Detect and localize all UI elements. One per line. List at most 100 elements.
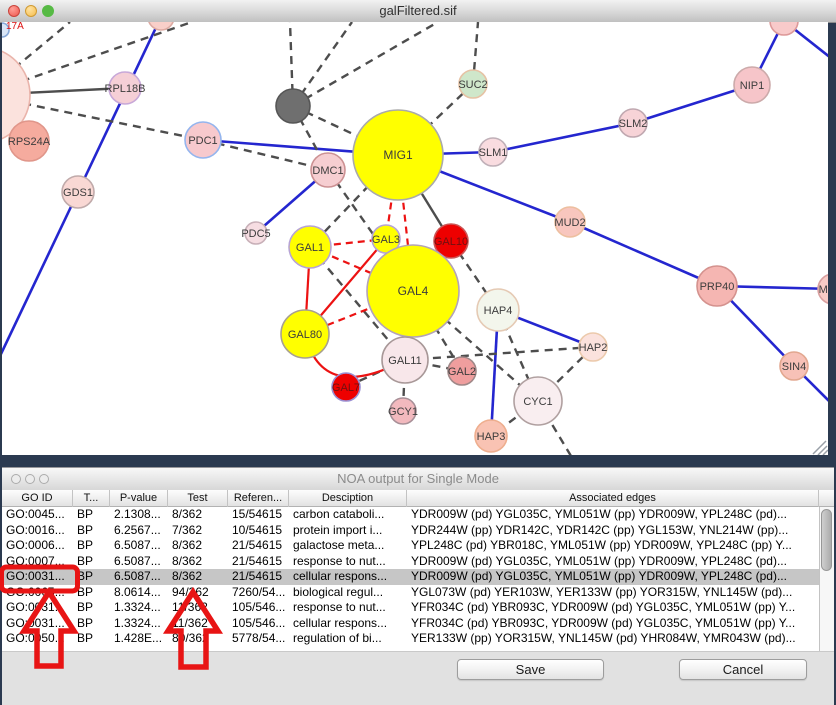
table-cell: response to nut... [289, 554, 407, 570]
table-cell: 1.3324... [110, 600, 168, 616]
table-cell: 1.428E... [110, 631, 168, 647]
node-label: GAL7 [332, 382, 360, 394]
node-label: RPS24A [8, 136, 51, 148]
node-label: HAP4 [484, 305, 513, 317]
table-cell: GO:0006... [2, 538, 73, 554]
table-row[interactable]: GO:0065...BP8.0614...94/3627260/54...bio… [2, 585, 819, 601]
table-cell: 15/54615 [228, 507, 289, 523]
table-cell: BP [73, 507, 110, 523]
table-row[interactable]: GO:0045...BP2.1308...8/36215/54615carbon… [2, 507, 819, 523]
node-label: SLM1 [479, 147, 508, 159]
resize-grip-icon[interactable] [813, 441, 826, 454]
node-N_top2[interactable] [770, 22, 798, 35]
node-label: GAL11 [388, 355, 421, 367]
column-header[interactable]: T... [73, 490, 110, 507]
table-cell: BP [73, 538, 110, 554]
graph-window-title: galFiltered.sif [0, 0, 836, 22]
table-cell: 6.5087... [110, 569, 168, 585]
table-row[interactable]: GO:0016...BP6.2567...7/36210/54615protei… [2, 523, 819, 539]
table-cell: 6.5087... [110, 538, 168, 554]
node-GRAY[interactable] [276, 89, 310, 123]
noa-window-titlebar[interactable]: NOA output for Single Mode [2, 468, 834, 491]
table-cell: 7260/54... [228, 585, 289, 601]
table-cell: GO:0031... [2, 569, 73, 585]
table-cell: 8/362 [168, 507, 228, 523]
edge[interactable] [2, 22, 192, 95]
scrollbar-thumb[interactable] [821, 509, 832, 571]
table-cell: 11/362 [168, 616, 228, 632]
node-label: SIN4 [782, 361, 806, 373]
table-cell: 2.1308... [110, 507, 168, 523]
graph-window-titlebar[interactable]: galFiltered.sif [0, 0, 836, 23]
graph-window: galFiltered.sif RPL18B RPS24A GDS1 PDC1 DMC1… [0, 0, 836, 456]
column-header[interactable]: GO ID [2, 490, 73, 507]
save-button[interactable]: Save [457, 659, 604, 680]
table-cell: 80/362 [168, 631, 228, 647]
table-cell: 11/362 [168, 600, 228, 616]
node-label: HAP3 [477, 431, 506, 443]
table-cell: GO:0007... [2, 554, 73, 570]
table-row[interactable]: GO:0050...BP1.428E...80/3625778/54...reg… [2, 631, 819, 647]
table-cell: YER133W (pp) YOR315W, YNL145W (pd) YHR08… [407, 631, 819, 647]
resize-grip-icon[interactable] [823, 450, 828, 455]
network-canvas[interactable]: RPL18BRPS24AGDS1PDC1DMC1MIG1SUC2SLM1SLM2… [2, 22, 828, 455]
edge[interactable] [493, 123, 633, 152]
node-label: GAL3 [372, 234, 400, 246]
node-label: SLM2 [619, 118, 648, 130]
cancel-button[interactable]: Cancel [679, 659, 807, 680]
table-cell: BP [73, 554, 110, 570]
node-label: GAL10 [434, 236, 468, 248]
table-cell: biological regul... [289, 585, 407, 601]
table-cell: GO:0031... [2, 600, 73, 616]
node-label: RPL18B [105, 83, 146, 95]
table-cell: BP [73, 523, 110, 539]
table-row[interactable]: GO:0031...BP1.3324...11/362105/546...res… [2, 600, 819, 616]
node-label: GDS1 [63, 187, 93, 199]
column-header[interactable]: Referen... [228, 490, 289, 507]
table-cell: GO:0050... [2, 631, 73, 647]
column-header[interactable]: Test [168, 490, 228, 507]
table-scrollbar[interactable] [819, 507, 834, 651]
node-label: PDC1 [188, 135, 217, 147]
table-cell: BP [73, 616, 110, 632]
noa-window-title: NOA output for Single Mode [2, 468, 834, 490]
table-cell: 6.2567... [110, 523, 168, 539]
table-cell: BP [73, 631, 110, 647]
table-cell: 7/362 [168, 523, 228, 539]
table-cell: 1.3324... [110, 616, 168, 632]
edge[interactable] [293, 22, 438, 106]
edge[interactable] [2, 192, 78, 356]
column-header[interactable]: Desciption [289, 490, 407, 507]
table-cell: protein import i... [289, 523, 407, 539]
table-cell: response to nut... [289, 600, 407, 616]
table-row[interactable]: GO:0006...BP6.5087...8/36221/54615galact… [2, 538, 819, 554]
table-cell: 5778/54... [228, 631, 289, 647]
node-label: GAL1 [296, 242, 324, 254]
table-cell: YFR034C (pd) YBR093C, YDR009W (pd) YGL03… [407, 616, 819, 632]
table-cell: 94/362 [168, 585, 228, 601]
edge[interactable] [570, 222, 717, 286]
table-cell: cellular respons... [289, 616, 407, 632]
table-row[interactable]: GO:0031...BP1.3324...11/362105/546...cel… [2, 616, 819, 632]
column-header[interactable]: P-value [110, 490, 168, 507]
table-cell: GO:0016... [2, 523, 73, 539]
column-header[interactable]: Associated edges [407, 490, 819, 507]
table-cell: BP [73, 569, 110, 585]
node-label: MUD2 [554, 217, 585, 229]
table-header-row: GO IDT...P-valueTestReferen...Desciption… [2, 490, 834, 507]
table-cell: cellular respons... [289, 569, 407, 585]
go-results-table[interactable]: GO:0045...BP2.1308...8/36215/54615carbon… [2, 507, 819, 651]
table-row[interactable]: GO:0007...BP6.5087...8/36221/54615respon… [2, 554, 819, 570]
table-cell: BP [73, 585, 110, 601]
table-cell: GO:0031... [2, 616, 73, 632]
table-cell: YDR009W (pd) YGL035C, YML051W (pp) YDR00… [407, 507, 819, 523]
node-label: MSL1 [819, 284, 828, 296]
desktop-background: galFiltered.sif RPL18B RPS24A GDS1 PDC1 DMC1… [0, 0, 836, 704]
table-row[interactable]: GO:0031...BP6.5087...8/36221/54615cellul… [2, 569, 819, 585]
node-label: DMC1 [312, 165, 343, 177]
node-label: NIP1 [740, 80, 764, 92]
table-cell: 8/362 [168, 569, 228, 585]
table-cell: YDR009W (pd) YGL035C, YML051W (pp) YDR00… [407, 569, 819, 585]
edge[interactable] [405, 347, 593, 360]
table-cell: regulation of bi... [289, 631, 407, 647]
